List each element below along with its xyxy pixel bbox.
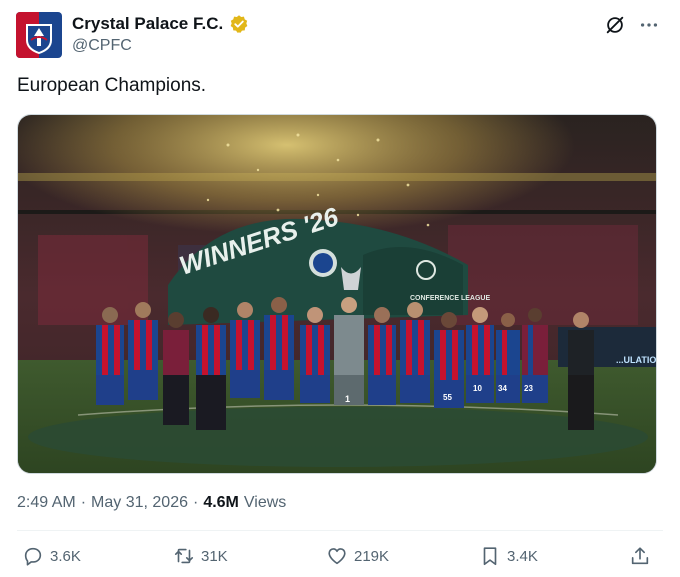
meta-separator: ·: [192, 494, 199, 511]
tweet-time[interactable]: 2:49 AM: [17, 494, 76, 512]
bookmark-icon: [483, 547, 497, 566]
meta-separator: ·: [80, 494, 87, 511]
player-number-55: 55: [443, 393, 452, 402]
player-number-23: 23: [524, 384, 533, 393]
divider: [17, 530, 663, 531]
verified-badge-icon: [229, 14, 249, 34]
share-button[interactable]: [629, 545, 651, 567]
repost-icon: [174, 548, 194, 564]
more-icon[interactable]: [638, 14, 660, 36]
handle[interactable]: @CPFC: [72, 37, 132, 55]
reply-icon: [24, 547, 42, 566]
grok-icon[interactable]: [604, 14, 626, 36]
tweet-photo[interactable]: ...ULATION WINNERS '26 CONFERENCE LEAGUE: [17, 114, 657, 474]
board-text: ...ULATION: [616, 355, 657, 365]
display-name[interactable]: Crystal Palace F.C.: [72, 14, 223, 34]
share-icon: [631, 547, 649, 565]
bookmark-button[interactable]: 3.4K: [479, 545, 538, 567]
heart-icon: [328, 548, 346, 565]
tweet-date[interactable]: May 31, 2026: [91, 494, 188, 512]
tweet-header: Crystal Palace F.C. @CPFC: [16, 12, 664, 60]
avatar[interactable]: [16, 12, 62, 58]
tweet-meta: 2:49 AM · May 31, 2026 · 4.6M Views: [17, 494, 286, 512]
player-number-10: 10: [473, 384, 482, 393]
like-button[interactable]: 219K: [326, 545, 389, 567]
player-number-34: 34: [498, 384, 507, 393]
player-number-1: 1: [345, 394, 350, 404]
reply-button[interactable]: 3.6K: [22, 545, 81, 567]
bookmark-count: 3.4K: [507, 547, 538, 565]
views-label: Views: [243, 494, 287, 511]
action-bar: 3.6K 31K 219K 3.4K: [17, 545, 663, 575]
reply-count: 3.6K: [50, 547, 81, 565]
conference-logo-text: CONFERENCE LEAGUE: [410, 295, 490, 302]
like-count: 219K: [354, 547, 390, 565]
repost-count: 31K: [201, 547, 228, 565]
views-count: 4.6M: [203, 494, 239, 511]
repost-button[interactable]: 31K: [173, 545, 228, 567]
tweet-text: European Champions.: [17, 75, 207, 96]
